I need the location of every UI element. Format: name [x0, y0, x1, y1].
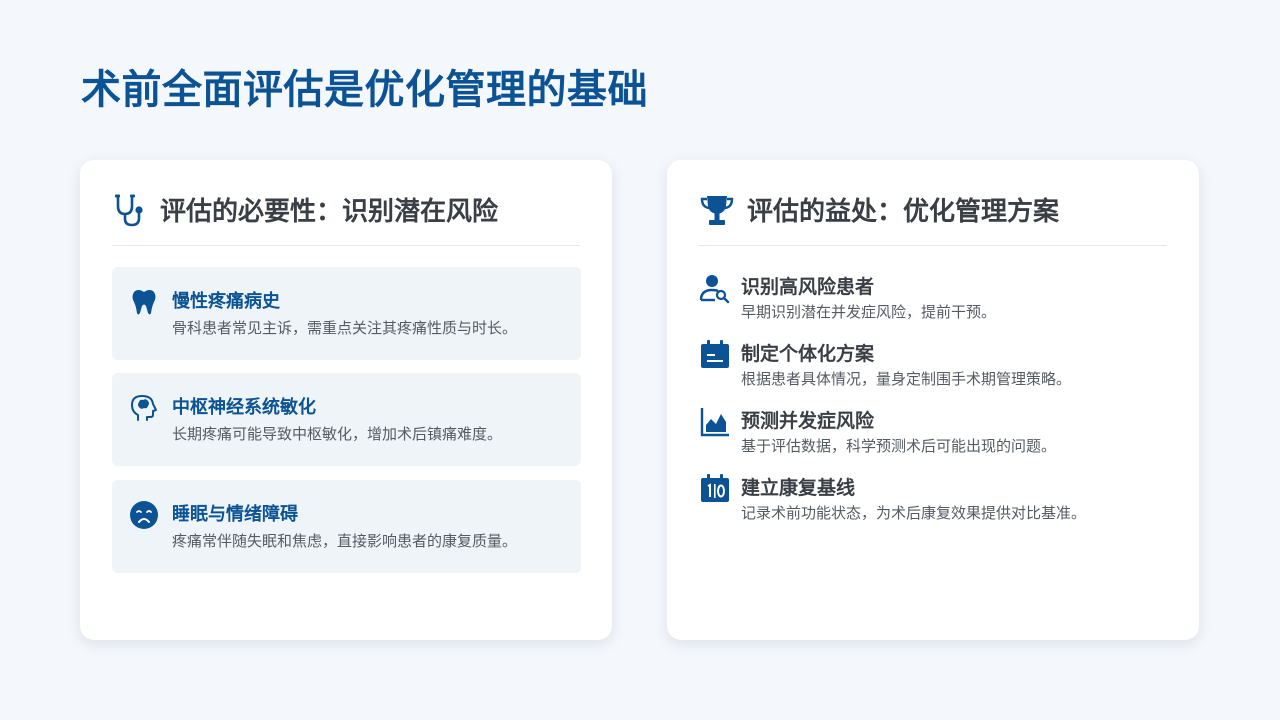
- benefit-item: 制定个体化方案 根据患者具体情况，量身定制围手术期管理策略。: [699, 339, 1169, 395]
- necessity-card: 评估的必要性：识别潜在风险 慢性疼痛病史 骨科患者常见主诉，需重点关注其疼痛性质…: [80, 160, 612, 640]
- benefit-item: 识别高风险患者 早期识别潜在并发症风险，提前干预。: [699, 272, 1169, 328]
- necessity-item: 睡眠与情绪障碍 疼痛常伴随失眠和焦虑，直接影响患者的康复质量。: [112, 480, 581, 573]
- benefit-description: 早期识别潜在并发症风险，提前干预。: [741, 303, 997, 321]
- page-title: 术前全面评估是优化管理的基础: [81, 67, 648, 113]
- benefit-item: 预测并发症风险 基于评估数据，科学预测术后可能出现的问题。: [699, 406, 1169, 462]
- item-description: 骨科患者常见主诉，需重点关注其疼痛性质与时长。: [172, 319, 518, 337]
- calendar-icon: [701, 340, 729, 368]
- necessity-item: 中枢神经系统敏化 长期疼痛可能导致中枢敏化，增加术后镇痛难度。: [112, 373, 581, 466]
- baseline-calendar-icon: [701, 474, 729, 502]
- trophy-icon: [700, 196, 734, 225]
- benefit-title: 建立康复基线: [741, 477, 856, 499]
- item-title: 中枢神经系统敏化: [172, 397, 316, 418]
- necessity-card-header: 评估的必要性：识别潜在风险: [112, 190, 580, 246]
- benefits-card: 评估的益处：优化管理方案 识别高风险患者 早期识别潜在并发症风险，提前干预。 制…: [667, 160, 1199, 640]
- benefit-description: 基于评估数据，科学预测术后可能出现的问题。: [741, 437, 1057, 455]
- benefit-title: 预测并发症风险: [741, 410, 875, 432]
- benefit-item: 建立康复基线 记录术前功能状态，为术后康复效果提供对比基准。: [699, 473, 1169, 529]
- benefit-title: 制定个体化方案: [741, 343, 875, 365]
- benefits-card-header: 评估的益处：优化管理方案: [699, 190, 1167, 246]
- stethoscope-icon: [115, 194, 143, 227]
- item-title: 睡眠与情绪障碍: [172, 504, 298, 525]
- benefit-description: 记录术前功能状态，为术后康复效果提供对比基准。: [741, 504, 1087, 522]
- necessity-item: 慢性疼痛病史 骨科患者常见主诉，需重点关注其疼痛性质与时长。: [112, 267, 581, 360]
- item-description: 疼痛常伴随失眠和焦虑，直接影响患者的康复质量。: [172, 532, 518, 550]
- brain-head-icon: [131, 395, 157, 421]
- benefits-heading: 评估的益处：优化管理方案: [747, 197, 1060, 227]
- item-title: 慢性疼痛病史: [172, 291, 280, 312]
- user-search-icon: [699, 275, 730, 304]
- sad-face-icon: [130, 501, 158, 529]
- necessity-heading: 评估的必要性：识别潜在风险: [160, 197, 499, 227]
- area-chart-icon: [700, 408, 729, 437]
- item-description: 长期疼痛可能导致中枢敏化，增加术后镇痛难度。: [172, 425, 503, 443]
- tooth-icon: [132, 290, 156, 315]
- benefit-description: 根据患者具体情况，量身定制围手术期管理策略。: [741, 370, 1072, 388]
- benefit-title: 识别高风险患者: [741, 276, 875, 298]
